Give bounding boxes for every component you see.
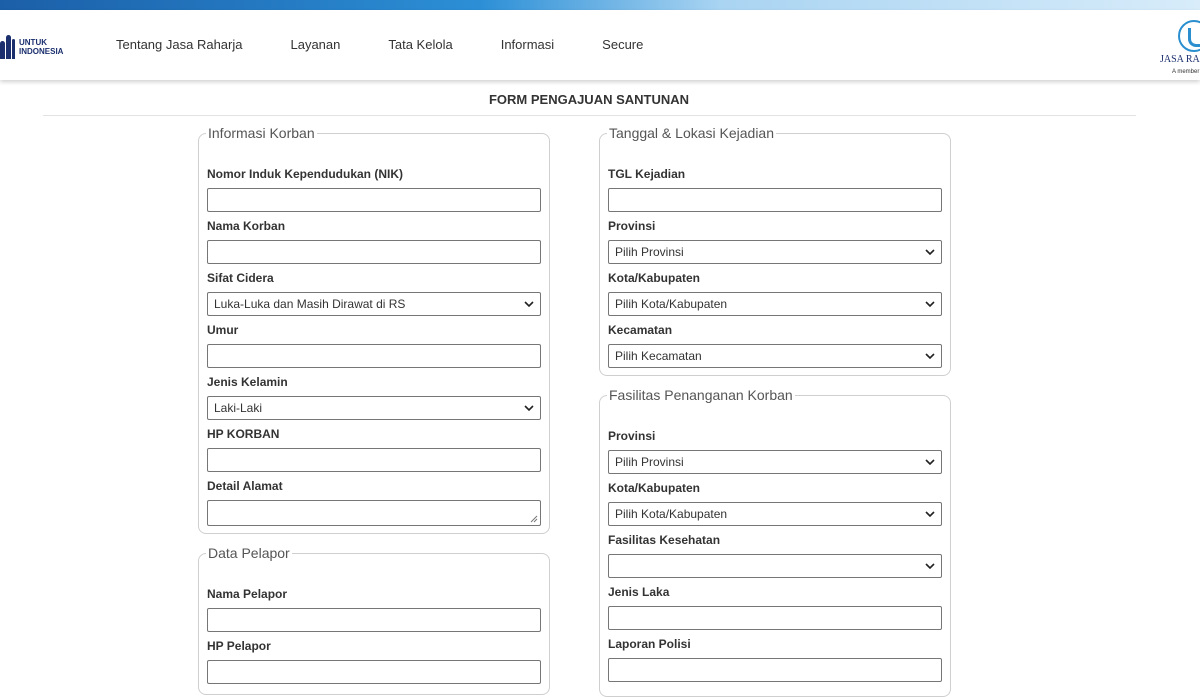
- jenis-laka-input[interactable]: [608, 606, 942, 630]
- fieldset-lokasi-kejadian: Tanggal & Lokasi Kejadian TGL Kejadian P…: [599, 125, 951, 376]
- untuk-indonesia-logo[interactable]: UNTUK INDONESIA: [0, 34, 63, 60]
- chevron-down-icon: [925, 301, 935, 308]
- chevron-down-icon: [524, 301, 534, 308]
- chevron-down-icon: [925, 249, 935, 256]
- chevron-down-icon: [925, 353, 935, 360]
- field-kecamatan: Kecamatan Pilih Kecamatan: [608, 323, 942, 368]
- resize-handle-icon[interactable]: [530, 515, 538, 523]
- kecamatan-select[interactable]: Pilih Kecamatan: [608, 344, 942, 368]
- field-fasilitas-kesehatan: Fasilitas Kesehatan: [608, 533, 942, 578]
- logo-line-1: UNTUK: [19, 38, 47, 47]
- field-tgl-kejadian: TGL Kejadian: [608, 167, 942, 212]
- selected-value: Pilih Provinsi: [615, 455, 684, 469]
- hp-pelapor-input[interactable]: [207, 660, 541, 684]
- field-jenis-kelamin: Jenis Kelamin Laki-Laki: [207, 375, 541, 420]
- page-title: FORM PENGAJUAN SANTUNAN: [488, 92, 690, 107]
- umur-input[interactable]: [207, 344, 541, 368]
- fieldset-informasi-korban: Informasi Korban Nomor Induk Kependuduka…: [198, 125, 550, 534]
- nav-item-tata-kelola[interactable]: Tata Kelola: [388, 37, 452, 52]
- site-header: UNTUK INDONESIA Tentang Jasa Raharja Lay…: [0, 10, 1200, 80]
- fieldset-legend: Data Pelapor: [208, 545, 290, 561]
- hp-pelapor-label: HP Pelapor: [207, 639, 271, 653]
- field-hp-pelapor: HP Pelapor: [207, 639, 541, 684]
- provinsi-fasilitas-select[interactable]: Pilih Provinsi: [608, 450, 942, 474]
- nama-pelapor-label: Nama Pelapor: [207, 587, 288, 601]
- field-hp-korban: HP KORBAN: [207, 427, 541, 472]
- laporan-polisi-label: Laporan Polisi: [608, 637, 691, 651]
- nik-input[interactable]: [207, 188, 541, 212]
- detail-alamat-textarea[interactable]: [207, 500, 541, 526]
- field-jenis-laka: Jenis Laka: [608, 585, 942, 630]
- fieldset-legend: Fasilitas Penanganan Korban: [609, 387, 793, 403]
- tgl-kejadian-label: TGL Kejadian: [608, 167, 686, 181]
- field-umur: Umur: [207, 323, 541, 368]
- field-sifat-cidera: Sifat Cidera Luka-Luka dan Masih Dirawat…: [207, 271, 541, 316]
- detail-alamat-label: Detail Alamat: [207, 479, 283, 493]
- field-provinsi-fasilitas: Provinsi Pilih Provinsi: [608, 429, 942, 474]
- title-divider: [43, 115, 1136, 116]
- nama-pelapor-input[interactable]: [207, 608, 541, 632]
- chevron-down-icon: [925, 511, 935, 518]
- kota-label: Kota/Kabupaten: [608, 271, 701, 285]
- selected-value: Pilih Provinsi: [615, 245, 684, 259]
- fasilitas-kesehatan-label: Fasilitas Kesehatan: [608, 533, 721, 547]
- nav-item-tentang[interactable]: Tentang Jasa Raharja: [116, 37, 242, 52]
- provinsi-kejadian-select[interactable]: Pilih Provinsi: [608, 240, 942, 264]
- fasilitas-kesehatan-select[interactable]: [608, 554, 942, 578]
- logo-text: UNTUK INDONESIA: [19, 38, 63, 56]
- jenis-laka-label: Jenis Laka: [608, 585, 670, 599]
- logo-line-2: INDONESIA: [19, 47, 64, 56]
- nav-item-secure[interactable]: Secure: [602, 37, 643, 52]
- field-nama-korban: Nama Korban: [207, 219, 541, 264]
- fieldset-legend: Tanggal & Lokasi Kejadian: [609, 125, 775, 141]
- main-nav: Tentang Jasa Raharja Layanan Tata Kelola…: [116, 37, 643, 52]
- jenis-kelamin-select[interactable]: Laki-Laki: [207, 396, 541, 420]
- tgl-kejadian-input[interactable]: [608, 188, 942, 212]
- chevron-down-icon: [524, 405, 534, 412]
- provinsi-label: Provinsi: [608, 219, 656, 233]
- field-provinsi-kejadian: Provinsi Pilih Provinsi: [608, 219, 942, 264]
- jasa-raharja-name: JASA RAI: [1160, 54, 1200, 65]
- selected-value: Pilih Kecamatan: [615, 349, 702, 363]
- kota-fasilitas-select[interactable]: Pilih Kota/Kabupaten: [608, 502, 942, 526]
- selected-value: Luka-Luka dan Masih Dirawat di RS: [214, 297, 406, 311]
- umur-label: Umur: [207, 323, 239, 337]
- logo-mark-icon: [0, 35, 15, 59]
- top-banner-strip: [0, 0, 1200, 10]
- selected-value: Laki-Laki: [214, 401, 263, 415]
- provinsi-label: Provinsi: [608, 429, 656, 443]
- fieldset-fasilitas-penanganan: Fasilitas Penanganan Korban Provinsi Pil…: [599, 387, 951, 697]
- nama-korban-input[interactable]: [207, 240, 541, 264]
- laporan-polisi-input[interactable]: [608, 658, 942, 682]
- hp-korban-input[interactable]: [207, 448, 541, 472]
- nav-item-layanan[interactable]: Layanan: [290, 37, 340, 52]
- jasa-raharja-emblem-icon: [1178, 20, 1200, 52]
- chevron-down-icon: [925, 459, 935, 466]
- field-detail-alamat: Detail Alamat: [207, 479, 541, 526]
- field-laporan-polisi: Laporan Polisi: [608, 637, 942, 682]
- field-nik: Nomor Induk Kependudukan (NIK): [207, 167, 541, 212]
- hp-korban-label: HP KORBAN: [207, 427, 280, 441]
- field-kota-fasilitas: Kota/Kabupaten Pilih Kota/Kabupaten: [608, 481, 942, 526]
- jenis-kelamin-label: Jenis Kelamin: [207, 375, 288, 389]
- kota-kejadian-select[interactable]: Pilih Kota/Kabupaten: [608, 292, 942, 316]
- field-nama-pelapor: Nama Pelapor: [207, 587, 541, 632]
- sifat-cidera-label: Sifat Cidera: [207, 271, 274, 285]
- selected-value: Pilih Kota/Kabupaten: [615, 297, 728, 311]
- kecamatan-label: Kecamatan: [608, 323, 673, 337]
- nav-item-informasi[interactable]: Informasi: [501, 37, 554, 52]
- field-kota-kejadian: Kota/Kabupaten Pilih Kota/Kabupaten: [608, 271, 942, 316]
- sifat-cidera-select[interactable]: Luka-Luka dan Masih Dirawat di RS: [207, 292, 541, 316]
- kota-label: Kota/Kabupaten: [608, 481, 701, 495]
- jasa-raharja-tagline: A member: [1172, 69, 1200, 75]
- fieldset-legend: Informasi Korban: [208, 125, 315, 141]
- nik-label: Nomor Induk Kependudukan (NIK): [207, 167, 403, 181]
- selected-value: Pilih Kota/Kabupaten: [615, 507, 728, 521]
- jasa-raharja-logo[interactable]: JASA RAI A member: [1158, 16, 1200, 76]
- nama-korban-label: Nama Korban: [207, 219, 286, 233]
- fieldset-data-pelapor: Data Pelapor Nama Pelapor HP Pelapor: [198, 545, 550, 695]
- chevron-down-icon: [925, 563, 935, 570]
